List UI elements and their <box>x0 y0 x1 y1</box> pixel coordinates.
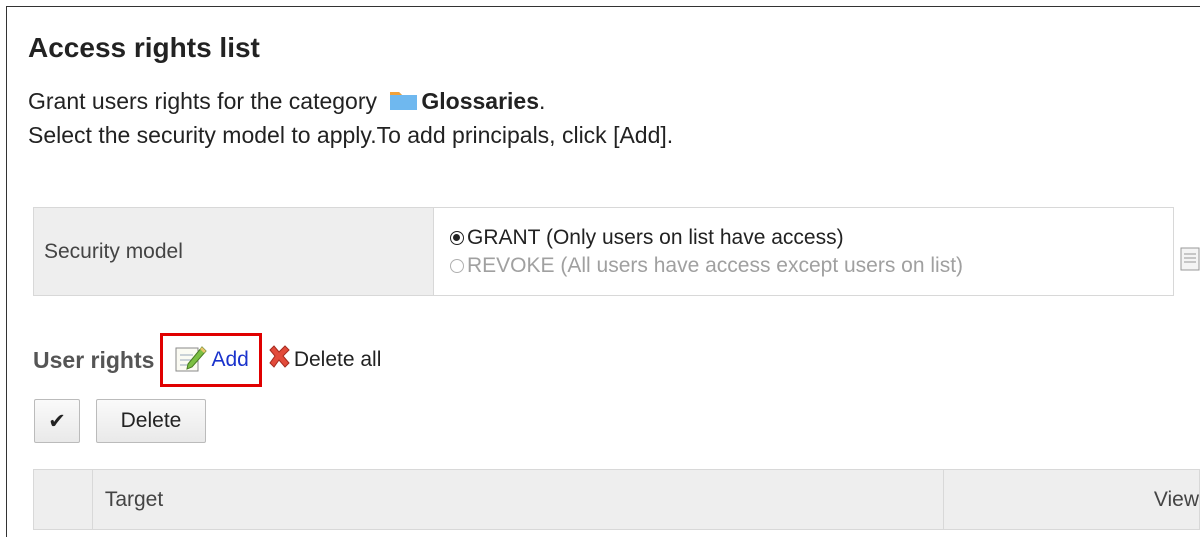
instruction-text: Select the security model to apply.To ad… <box>28 122 674 148</box>
add-highlight-box: Add <box>160 333 262 387</box>
folder-icon <box>389 88 419 118</box>
description-prefix: Grant users rights for the category <box>28 88 384 114</box>
action-buttons: ✔ Delete <box>34 399 206 443</box>
revoke-option-label: REVOKE (All users have access except use… <box>467 253 964 277</box>
add-link[interactable]: Add <box>211 348 248 372</box>
user-rights-row: User rights Add Delete all <box>33 333 382 387</box>
select-all-button[interactable]: ✔ <box>34 399 80 443</box>
column-header-target: Target <box>91 469 945 530</box>
security-model-options: GRANT (Only users on list have access) R… <box>433 207 1174 296</box>
user-rights-label: User rights <box>33 346 155 373</box>
delete-button[interactable]: Delete <box>96 399 206 443</box>
description-suffix: . <box>539 88 546 114</box>
delete-x-icon <box>266 344 294 376</box>
grant-radio[interactable] <box>450 230 464 245</box>
category-description: Grant users rights for the category Glos… <box>28 88 545 118</box>
delete-all-link[interactable]: Delete all <box>266 344 382 376</box>
grant-option-label: GRANT (Only users on list have access) <box>467 225 844 249</box>
revoke-option[interactable]: REVOKE (All users have access except use… <box>450 252 1172 280</box>
security-model-table: Security model GRANT (Only users on list… <box>33 207 1174 296</box>
column-header-checkbox <box>33 469 93 530</box>
edit-icon[interactable] <box>175 343 208 378</box>
document-icon[interactable] <box>1180 247 1200 276</box>
delete-all-label: Delete all <box>293 348 382 371</box>
category-name: Glossaries <box>421 88 540 114</box>
grant-option[interactable]: GRANT (Only users on list have access) <box>450 224 1172 252</box>
column-header-view: View <box>943 469 1200 530</box>
revoke-radio[interactable] <box>450 258 464 273</box>
page-title: Access rights list <box>28 32 260 63</box>
user-rights-table-header: Target View <box>33 469 1200 530</box>
security-model-label: Security model <box>33 207 434 296</box>
